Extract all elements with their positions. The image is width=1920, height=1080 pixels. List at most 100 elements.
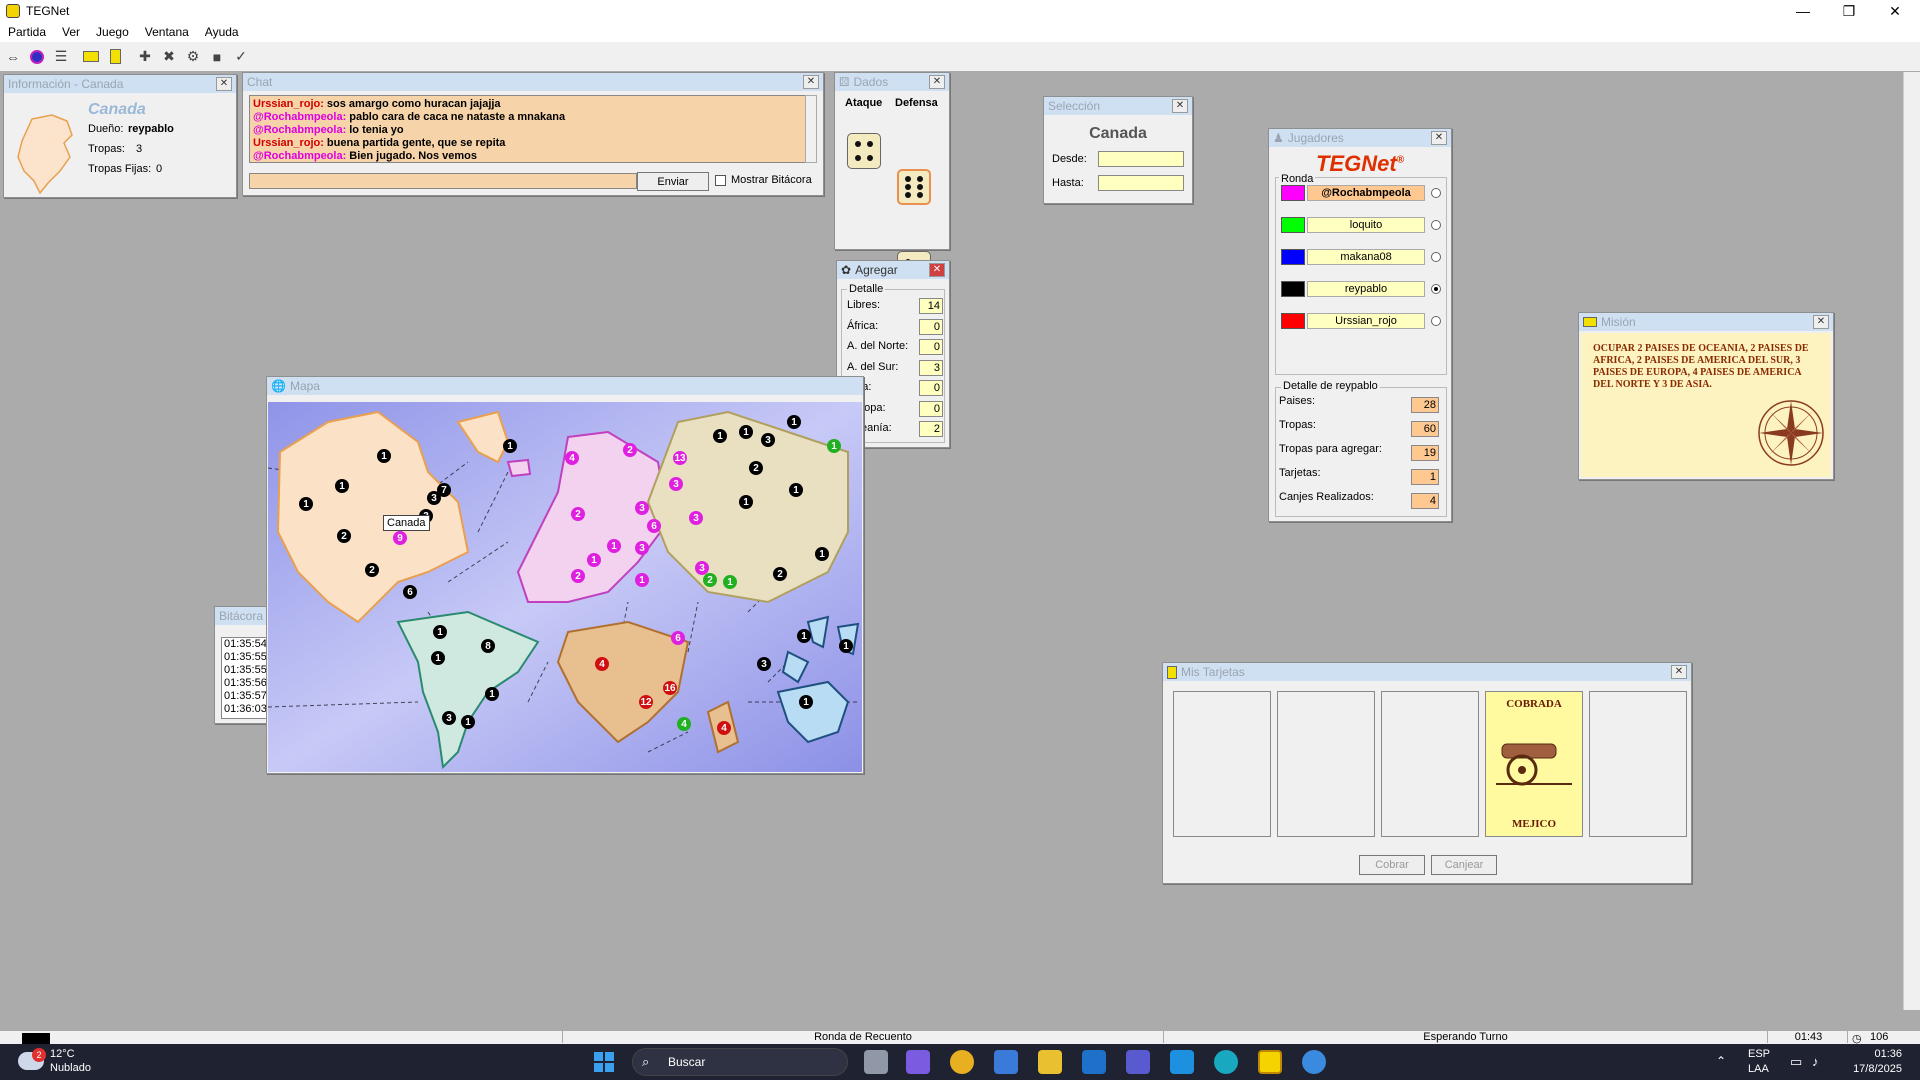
menu-partida[interactable]: Partida — [0, 25, 54, 39]
info-country: Canada — [88, 101, 146, 118]
world-map[interactable]: 11173226111813111312112111313 9421332633… — [268, 402, 862, 772]
cards-close-button[interactable]: ✕ — [1671, 665, 1687, 679]
task-view-icon[interactable] — [864, 1050, 888, 1074]
end-turn-icon[interactable]: ✓ — [230, 46, 252, 68]
card-slot-2[interactable] — [1277, 691, 1375, 837]
menu-ver[interactable]: Ver — [54, 25, 88, 39]
copilot-icon[interactable] — [906, 1050, 930, 1074]
get-card-icon[interactable]: ■ — [206, 46, 228, 68]
list-icon[interactable]: ☰ — [50, 46, 72, 68]
windows-start-icon[interactable] — [594, 1052, 614, 1072]
svg-text:1: 1 — [791, 417, 797, 428]
language-2[interactable]: LAA — [1748, 1063, 1769, 1075]
timer: 01:43 — [1770, 1031, 1848, 1043]
add-row-value: 0 — [919, 380, 943, 396]
menu-ayuda[interactable]: Ayuda — [197, 25, 247, 39]
card-slot-5[interactable] — [1589, 691, 1687, 837]
app-icon-round[interactable] — [1302, 1050, 1326, 1074]
chat-user: Urssian_rojo: — [253, 137, 324, 149]
tegnet-taskbar-icon[interactable] — [1258, 1050, 1282, 1074]
store-icon[interactable] — [994, 1050, 1018, 1074]
card-slot-3[interactable] — [1381, 691, 1479, 837]
chat-scrollbar[interactable] — [805, 95, 817, 163]
mission-close-button[interactable]: ✕ — [1813, 315, 1829, 329]
svg-text:16: 16 — [664, 683, 676, 694]
start-icon[interactable] — [26, 46, 48, 68]
outlook-icon[interactable] — [1082, 1050, 1106, 1074]
info-window: Información - Canada ✕ Canada Dueño: reyp… — [3, 74, 237, 198]
send-button[interactable]: Enviar — [637, 172, 709, 191]
show-log-checkbox[interactable] — [715, 175, 726, 186]
detail-value: 1 — [1411, 469, 1439, 485]
menu-ventana[interactable]: Ventana — [137, 25, 197, 39]
file-explorer-icon[interactable] — [1038, 1050, 1062, 1074]
tray-chevron-icon[interactable]: ⌃ — [1716, 1054, 1726, 1068]
detail-label: Tropas: — [1279, 419, 1316, 431]
log-entry: 01:36:03 — [224, 703, 267, 715]
svg-text:8: 8 — [485, 641, 491, 652]
add-troops-icon[interactable]: ✚ — [134, 46, 156, 68]
selection-close-button[interactable]: ✕ — [1172, 99, 1188, 113]
card-slot-1[interactable] — [1173, 691, 1271, 837]
chat-close-button[interactable]: ✕ — [803, 75, 819, 89]
players-icon: ♟ — [1273, 131, 1284, 145]
svg-text:1: 1 — [489, 689, 495, 700]
main-scrollbar[interactable] — [1903, 72, 1920, 1010]
svg-text:1: 1 — [465, 717, 471, 728]
cannon-icon — [1496, 743, 1572, 786]
mission-window: Misión ✕ OCUPAR 2 PAISES DE OCEANIA, 2 PA… — [1578, 312, 1834, 480]
svg-text:3: 3 — [693, 513, 699, 524]
volume-icon[interactable]: ♪ — [1812, 1054, 1819, 1069]
chat-message: @Rochabmpeola: lo tenia yo — [253, 124, 807, 137]
status-bar: Ronda de Recuento Esperando Turno 01:43 … — [0, 1030, 1920, 1045]
minimize-button[interactable]: — — [1780, 0, 1826, 22]
mission-icon[interactable] — [104, 46, 126, 68]
player-radio[interactable] — [1431, 284, 1441, 294]
language-1[interactable]: ESP — [1748, 1048, 1770, 1060]
chat-input[interactable] — [249, 173, 637, 189]
player-radio[interactable] — [1431, 252, 1441, 262]
network-icon[interactable]: ▭ — [1790, 1054, 1802, 1070]
svg-text:6: 6 — [675, 633, 681, 644]
player-radio[interactable] — [1431, 220, 1441, 230]
svg-text:1: 1 — [591, 555, 597, 566]
svg-text:3: 3 — [761, 659, 767, 670]
close-button[interactable]: ✕ — [1872, 0, 1918, 22]
maximize-button[interactable]: ❐ — [1826, 0, 1872, 22]
player-name: Urssian_rojo — [1307, 313, 1425, 329]
exchange-button[interactable]: Canjear — [1431, 855, 1497, 875]
to-field[interactable] — [1098, 175, 1184, 191]
teams-icon[interactable] — [1126, 1050, 1150, 1074]
regroup-icon[interactable]: ⚙ — [182, 46, 204, 68]
svg-text:4: 4 — [681, 719, 687, 730]
attack-icon[interactable]: ✖ — [158, 46, 180, 68]
chat-log[interactable]: Urssian_rojo: sos amargo como huracan jaj… — [249, 95, 811, 163]
svg-text:3: 3 — [446, 713, 452, 724]
selection-title: Selección — [1048, 99, 1101, 113]
edge-icon[interactable] — [1214, 1050, 1238, 1074]
svg-text:1: 1 — [437, 627, 443, 638]
svg-text:1: 1 — [507, 441, 513, 452]
menu-juego[interactable]: Juego — [88, 25, 137, 39]
player-radio[interactable] — [1431, 188, 1441, 198]
connect-icon[interactable]: ⇔ — [2, 46, 24, 68]
search-box[interactable] — [632, 1048, 848, 1076]
add-icon: ✿ — [841, 263, 852, 277]
collect-button[interactable]: Cobrar — [1359, 855, 1425, 875]
chrome-icon[interactable] — [950, 1050, 974, 1074]
player-radio[interactable] — [1431, 316, 1441, 326]
info-close-button[interactable]: ✕ — [216, 77, 232, 91]
svg-text:3: 3 — [673, 479, 679, 490]
svg-text:1: 1 — [339, 481, 345, 492]
app-icon-blue[interactable] — [1170, 1050, 1194, 1074]
show-log-label: Mostrar Bitácora — [731, 174, 812, 186]
card-mejico[interactable]: COBRADA MEJICO — [1485, 691, 1583, 837]
compass-rose-icon — [1758, 400, 1824, 466]
from-field[interactable] — [1098, 151, 1184, 167]
dice-close-button[interactable]: ✕ — [929, 75, 945, 89]
card-icon[interactable] — [80, 46, 102, 68]
player-color-swatch — [1281, 281, 1305, 297]
add-close-button[interactable]: ✕ — [929, 263, 945, 277]
players-close-button[interactable]: ✕ — [1431, 131, 1447, 145]
svg-text:1: 1 — [801, 631, 807, 642]
